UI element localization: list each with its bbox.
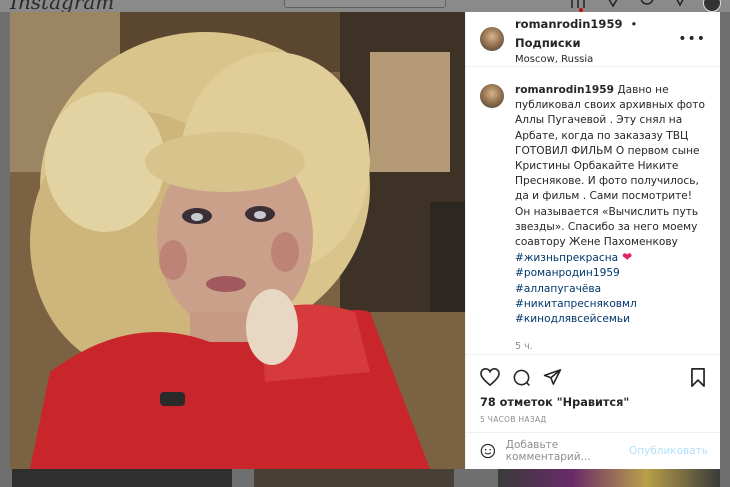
comment-icon[interactable] xyxy=(512,368,531,387)
caption-time[interactable]: 5 ч. xyxy=(515,339,706,354)
direct-icon[interactable] xyxy=(606,0,620,8)
likes-count[interactable]: 78 отметок "Нравится" xyxy=(480,396,706,409)
separator-dot: • xyxy=(630,17,638,31)
add-comment-bar: Добавьте комментарий... Опубликовать xyxy=(466,432,720,469)
feed-thumbnail[interactable] xyxy=(254,469,454,487)
hashtag-link[interactable]: #романродин1959 #аллапугачёва xyxy=(515,266,706,296)
search-input[interactable] xyxy=(284,0,446,8)
hashtag-link[interactable]: #никитапресняковмл xyxy=(515,297,706,312)
post-side-panel: romanrodin1959 • Подписки Moscow, Russia… xyxy=(465,12,720,469)
save-bookmark-icon[interactable] xyxy=(690,367,706,387)
more-options-icon[interactable]: ••• xyxy=(678,31,706,47)
share-icon[interactable] xyxy=(543,368,562,386)
instagram-logo[interactable]: Instagram xyxy=(10,0,114,12)
publish-button[interactable]: Опубликовать xyxy=(629,445,708,457)
feed-background xyxy=(0,469,730,487)
comments-list[interactable]: romanrodin1959 Давно не публиковал своих… xyxy=(466,67,720,354)
post-time-ago[interactable]: 5 ЧАСОВ НАЗАД xyxy=(480,415,706,424)
explore-icon[interactable] xyxy=(640,0,654,8)
caption-author-avatar[interactable] xyxy=(480,84,504,108)
author-avatar[interactable] xyxy=(480,27,504,51)
feed-thumbnail[interactable] xyxy=(498,469,720,487)
red-heart-emoji: ❤ xyxy=(622,250,633,265)
post-modal: romanrodin1959 • Подписки Moscow, Russia… xyxy=(10,12,720,469)
location-link[interactable]: Moscow, Russia xyxy=(515,54,678,65)
post-actions: 78 отметок "Нравится" 5 ЧАСОВ НАЗАД xyxy=(466,354,720,432)
author-username[interactable]: romanrodin1959 xyxy=(515,17,622,31)
add-comment-input[interactable]: Добавьте комментарий... xyxy=(506,439,629,463)
caption-username[interactable]: romanrodin1959 xyxy=(515,84,614,96)
emoji-smiley-icon[interactable] xyxy=(480,442,496,460)
following-button[interactable]: Подписки xyxy=(515,36,581,50)
like-heart-icon[interactable] xyxy=(480,368,500,386)
hashtag-link[interactable]: #кинодлявсейсемьи xyxy=(515,312,706,327)
post-caption: romanrodin1959 Давно не публиковал своих… xyxy=(480,83,706,354)
hashtag-link[interactable]: #жизньпрекрасна ❤ xyxy=(515,250,706,266)
caption-text: Давно не публиковал своих архивных фото … xyxy=(515,84,705,249)
post-header: romanrodin1959 • Подписки Moscow, Russia… xyxy=(466,12,720,67)
post-photo[interactable] xyxy=(10,12,465,469)
feed-thumbnail[interactable] xyxy=(12,469,232,487)
activity-heart-icon[interactable] xyxy=(673,0,687,8)
instagram-top-bar: Instagram xyxy=(0,0,730,12)
home-icon[interactable] xyxy=(571,0,585,8)
profile-avatar[interactable] xyxy=(703,0,721,12)
portrait-image xyxy=(10,12,465,469)
